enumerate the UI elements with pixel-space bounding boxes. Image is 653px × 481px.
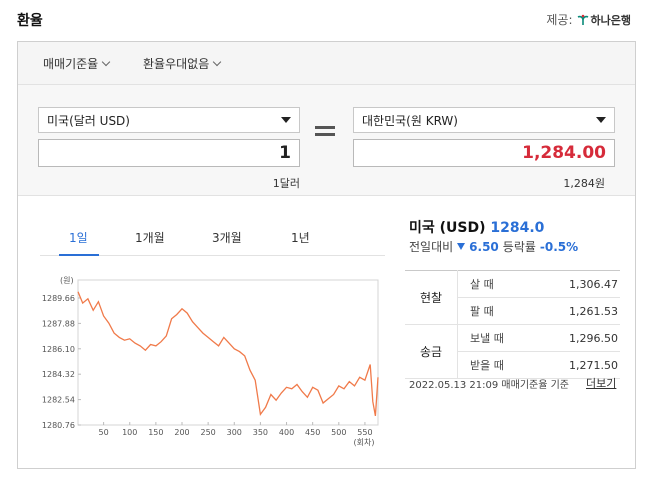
pct-value: -0.5% <box>539 239 579 254</box>
chevron-down-icon <box>101 57 111 67</box>
provider-logo: 하나은행 <box>577 12 631 28</box>
provider-label: 제공: <box>546 13 573 27</box>
more-link[interactable]: 더보기 <box>586 375 616 391</box>
row-value: 1,261.53 <box>534 297 620 325</box>
y-unit-label: (원) <box>60 276 74 285</box>
timestamp: 2022.05.13 21:09 매매기준율 기준 <box>409 380 570 391</box>
row-label: 팔 때 <box>457 297 535 325</box>
group-cash: 현찰 <box>405 270 458 325</box>
y-tick-label: 1289.66 <box>42 294 75 303</box>
y-tick-label: 1287.88 <box>42 319 75 328</box>
row-label: 보낼 때 <box>457 324 535 352</box>
exchange-rate-chart: 1289.66 1287.88 1286.10 1284.32 1282.54 1280.… <box>42 276 379 447</box>
row-value: 1,296.50 <box>534 324 620 352</box>
active-tab-indicator <box>59 254 99 256</box>
x-tick-label: 250 <box>200 428 215 437</box>
preferential-dropdown[interactable]: 환율우대없음 <box>143 55 222 72</box>
x-tick-label: 350 <box>253 428 268 437</box>
to-amount-text: 1,284원 <box>563 177 605 190</box>
table-row: 현찰 살 때 1,306.47 <box>405 270 620 325</box>
chevron-down-icon <box>213 57 222 67</box>
hana-bank-icon <box>577 14 588 25</box>
x-tick-label: 200 <box>174 428 189 437</box>
x-tick-label: 300 <box>227 428 242 437</box>
current-rate: 1284.0 <box>490 220 545 236</box>
change-label: 전일대비 <box>409 240 454 254</box>
x-tick-label: 100 <box>122 428 137 437</box>
rates-table: 현찰 살 때 1,306.47 팔 때 1,261.53 송금 보낼 때 1,2… <box>405 270 620 379</box>
row-label: 살 때 <box>457 270 535 298</box>
preferential-label: 환율우대없음 <box>143 57 210 71</box>
y-tick-label: 1286.10 <box>42 345 75 354</box>
row-label: 받을 때 <box>457 351 535 379</box>
caret-down-icon <box>596 117 606 123</box>
from-amount-input[interactable]: 1 <box>38 139 300 167</box>
to-amount-input[interactable]: 1,284.00 <box>353 139 615 167</box>
to-currency-select[interactable]: 대한민국(원 KRW) <box>353 107 615 133</box>
provider: 제공: 하나은행 <box>546 11 631 28</box>
x-tick-label: 50 <box>99 428 109 437</box>
x-tick-label: 400 <box>279 428 294 437</box>
y-tick-label: 1282.54 <box>42 396 75 405</box>
y-tick-label: 1284.32 <box>42 370 75 379</box>
y-tick-label: 1280.76 <box>42 421 75 430</box>
from-currency-label: 미국(달러 USD) <box>47 113 130 128</box>
x-tick-label: 450 <box>305 428 320 437</box>
currency-name: 미국 (USD) <box>409 220 486 236</box>
row-value: 1,306.47 <box>534 270 620 298</box>
table-row: 송금 보낼 때 1,296.50 <box>405 324 620 379</box>
x-tick-label: 550 <box>357 428 372 437</box>
plot-area <box>77 279 379 426</box>
group-remit: 송금 <box>405 324 458 379</box>
provider-name: 하나은행 <box>590 13 631 27</box>
equals-icon <box>315 126 335 140</box>
change-summary: 전일대비 6.50 등락률 -0.5% <box>409 238 578 255</box>
x-unit-label: (회차) <box>354 438 375 447</box>
x-tick-label: 150 <box>148 428 163 437</box>
tab-1month[interactable]: 1개월 <box>135 229 165 246</box>
rate-basis-label: 매매기준율 <box>43 57 99 71</box>
pct-label: 등락률 <box>502 240 536 254</box>
down-arrow-icon <box>457 243 466 250</box>
tab-3months[interactable]: 3개월 <box>212 229 242 246</box>
currency-heading: 미국 (USD) 1284.0 <box>409 217 544 237</box>
from-amount-text: 1달러 <box>272 177 300 190</box>
page-title: 환율 <box>17 13 43 29</box>
change-value: 6.50 <box>469 239 499 254</box>
rate-basis-dropdown[interactable]: 매매기준율 <box>43 55 111 72</box>
tab-1day[interactable]: 1일 <box>69 229 88 246</box>
tab-1year[interactable]: 1년 <box>291 229 310 246</box>
from-currency-select[interactable]: 미국(달러 USD) <box>38 107 300 133</box>
to-currency-label: 대한민국(원 KRW) <box>362 113 458 128</box>
x-tick-label: 500 <box>331 428 346 437</box>
caret-down-icon <box>281 117 291 123</box>
options-bar <box>18 42 635 85</box>
